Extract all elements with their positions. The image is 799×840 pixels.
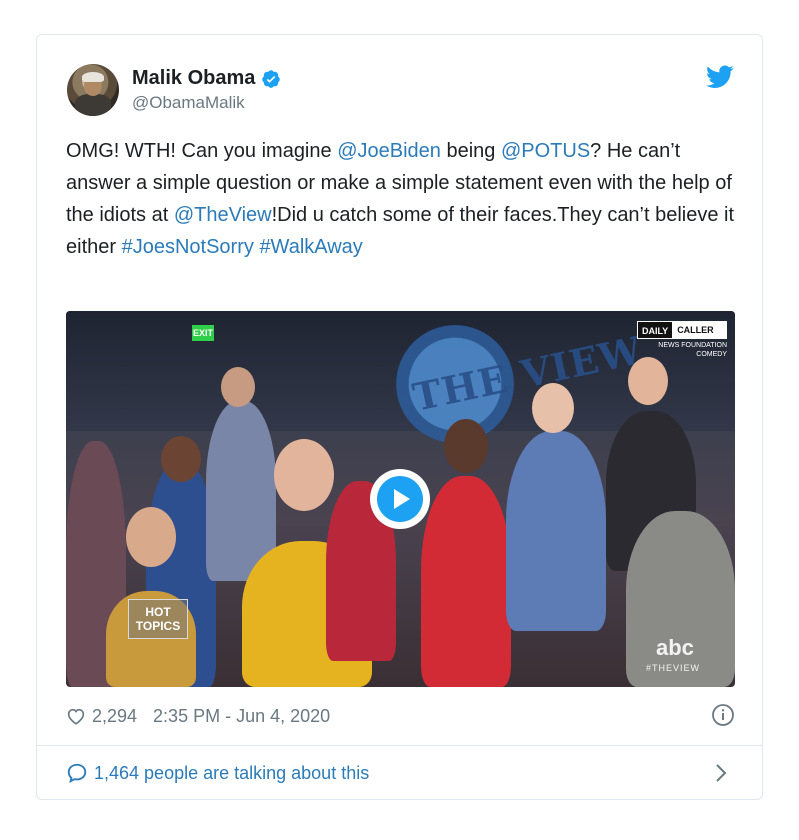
watermark-caller: CALLER: [673, 321, 727, 339]
audience-head: [628, 357, 668, 405]
video-thumbnail[interactable]: EXIT THE VIEW DAILY CALLER NEWS FOUNDATI…: [66, 311, 735, 687]
audience-member: [506, 431, 606, 631]
author-handle[interactable]: @ObamaMalik: [132, 93, 245, 113]
audience-head: [532, 383, 574, 433]
watermark-sub2: COMEDY: [696, 351, 727, 358]
audience-head: [126, 507, 176, 567]
daily-caller-watermark: DAILY CALLER: [637, 321, 727, 339]
play-icon: [377, 476, 423, 522]
watermark-daily: DAILY: [637, 321, 674, 339]
audience-head: [221, 367, 255, 407]
author-name[interactable]: Malik Obama: [132, 67, 255, 90]
audience-head: [274, 439, 334, 511]
mention-theview-link[interactable]: @TheView: [174, 204, 272, 226]
hashtag-joesnotsorry-link[interactable]: #JoesNotSorry: [122, 236, 254, 258]
audience-head: [161, 436, 201, 482]
timestamp[interactable]: 2:35 PM - Jun 4, 2020: [153, 706, 330, 727]
hot-topics-badge: HOT TOPICS: [128, 599, 188, 639]
author-name-row[interactable]: Malik Obama: [132, 67, 281, 90]
heart-icon[interactable]: [66, 707, 86, 725]
mention-joebiden-link[interactable]: @JoeBiden: [337, 140, 441, 162]
hot-topics-line1: HOT: [145, 605, 171, 619]
tweet-segment: OMG! WTH! Can you imagine: [66, 140, 338, 162]
watermark-sub1: NEWS FOUNDATION: [658, 342, 727, 349]
tweet-segment: being: [440, 140, 501, 162]
embedded-tweet-card: Malik Obama @ObamaMalik OMG! WTH! Can yo…: [36, 34, 763, 800]
like-count[interactable]: 2,294: [92, 706, 137, 727]
tweet-meta: 2,294 2:35 PM - Jun 4, 2020: [66, 703, 735, 729]
avatar[interactable]: [67, 64, 119, 116]
info-icon[interactable]: [711, 703, 735, 727]
play-button[interactable]: [370, 469, 430, 529]
watermark-subtitle: NEWS FOUNDATION COMEDY: [637, 341, 727, 359]
twitter-bird-icon[interactable]: [706, 65, 734, 89]
talking-count-text[interactable]: 1,464 people are talking about this: [94, 763, 369, 784]
verified-badge-icon: [262, 69, 281, 88]
audience-member: [421, 476, 511, 687]
comment-bubble-icon: [67, 763, 87, 784]
network-tag: #THEVIEW: [646, 663, 701, 673]
conversation-link[interactable]: 1,464 people are talking about this: [66, 759, 735, 787]
mention-potus-link[interactable]: @POTUS: [501, 140, 590, 162]
divider: [37, 745, 762, 746]
exit-sign: EXIT: [192, 325, 214, 341]
chevron-right-icon[interactable]: [715, 763, 727, 783]
network-logo: abc: [656, 635, 694, 660]
tweet-text: OMG! WTH! Can you imagine @JoeBiden bein…: [66, 135, 736, 263]
audience-head: [444, 419, 488, 473]
hashtag-walkaway-link[interactable]: #WalkAway: [259, 236, 362, 258]
hot-topics-line2: TOPICS: [135, 619, 181, 633]
